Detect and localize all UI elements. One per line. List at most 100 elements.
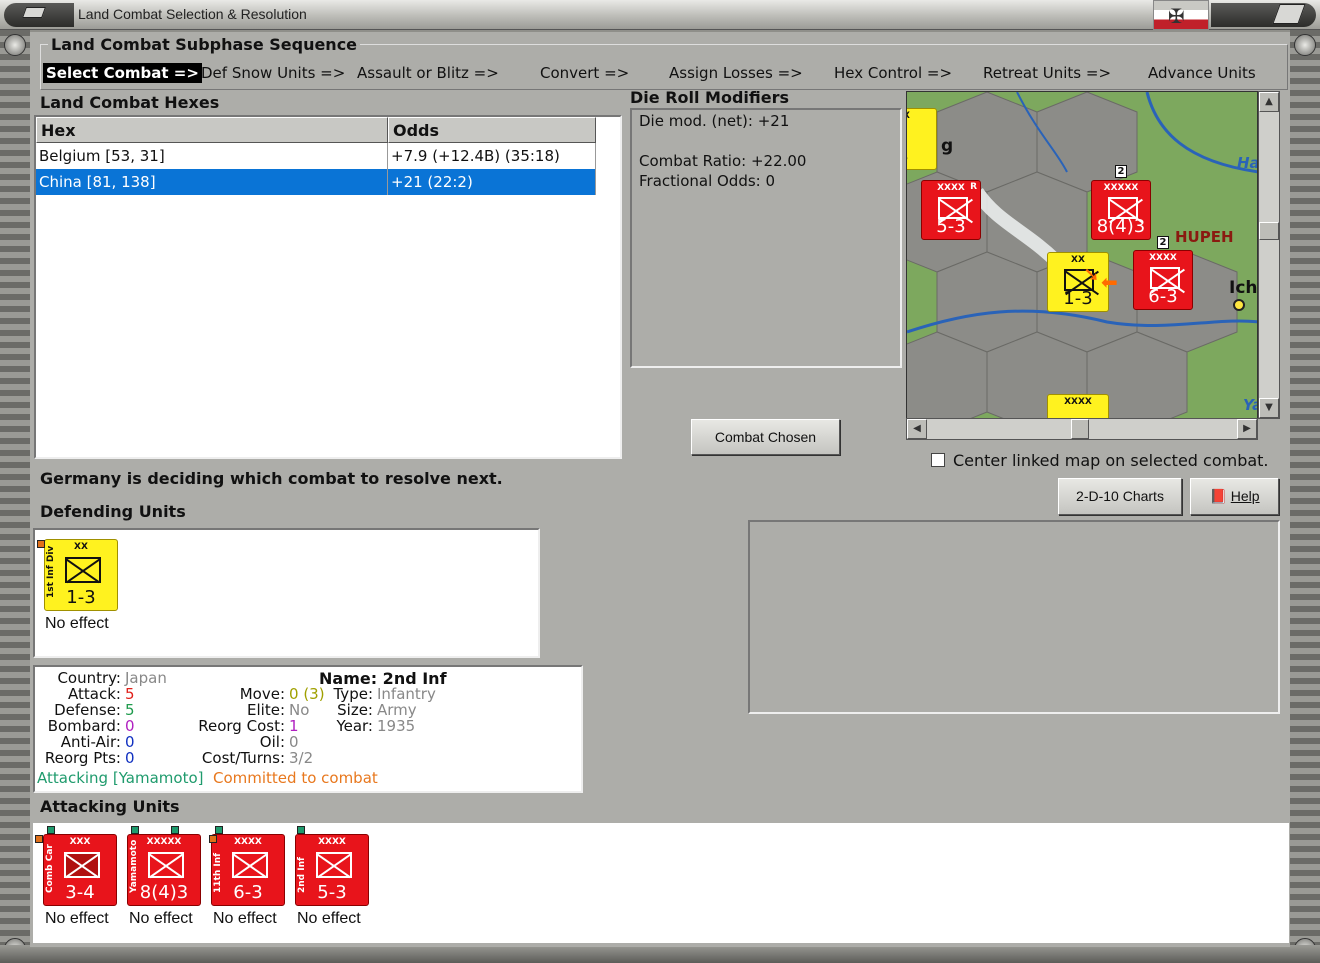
city-icon — [1233, 299, 1245, 311]
sequence-step-hex-control: Hex Control => — [834, 64, 953, 82]
scroll-up-icon[interactable]: ▲ — [1259, 92, 1279, 112]
table-row[interactable]: Belgium [53, 31] +7.9 (+12.4B) (35:18) — [36, 143, 596, 169]
column-header-odds[interactable]: Odds — [388, 117, 596, 143]
sequence-step-convert: Convert => — [540, 64, 630, 82]
status-pip-icon — [47, 826, 55, 834]
counter-value: 8(4)3 — [1096, 216, 1146, 237]
year-label: Year: — [336, 717, 373, 735]
hex-cell: China [81, 138] — [36, 169, 388, 195]
map-counter[interactable]: XXXXX 8(4)3 — [1091, 180, 1151, 240]
attacking-units-panel: XXX Comb Car 3-4 No effect XXXXX Yamamot… — [33, 823, 1289, 943]
scroll-left-icon[interactable]: ◀ — [907, 419, 927, 439]
reorg-pts-value: 0 — [125, 749, 135, 767]
center-map-label: Center linked map on selected combat. — [953, 451, 1269, 470]
column-header-hex[interactable]: Hex — [36, 117, 388, 143]
window-frame-left — [0, 30, 30, 963]
status-pip-icon — [209, 835, 217, 843]
sequence-step-advance: Advance Units — [1148, 64, 1256, 82]
status-pip-icon — [131, 826, 139, 834]
unit-effect: No effect — [129, 910, 193, 927]
window-icon — [21, 7, 47, 18]
status-pip-icon — [35, 835, 43, 843]
counter-side-mark: R — [970, 182, 977, 192]
counter-size: XXXX — [1064, 397, 1092, 407]
cost-turns-value: 3/2 — [289, 749, 314, 767]
map-label-hupeh: HUPEH — [1175, 228, 1234, 246]
odds-cell: +21 (22:2) — [388, 169, 596, 195]
stack-count-badge: 2 — [1157, 236, 1169, 249]
cross-icon: ✠ — [1168, 4, 1185, 28]
unit-effect: No effect — [45, 615, 109, 632]
counter-value: 5-3 — [317, 882, 347, 903]
window-title: Land Combat Selection & Resolution — [78, 6, 307, 22]
hexes-title: Land Combat Hexes — [40, 93, 220, 112]
window-frame-bottom — [0, 945, 1320, 963]
unit-info-panel: Country: Japan Attack: 5 Defense: 5 Bomb… — [33, 665, 583, 793]
cost-turns-label: Cost/Turns: — [201, 749, 285, 767]
unit-effect: No effect — [45, 910, 109, 927]
attacking-title: Attacking Units — [40, 797, 180, 816]
fractional-odds: Fractional Odds: 0 — [639, 172, 776, 190]
attacking-status: Attacking [Yamamoto] — [37, 769, 204, 787]
counter-value: 6-3 — [1148, 286, 1178, 307]
scroll-down-icon[interactable]: ▼ — [1259, 398, 1279, 418]
map-counter[interactable]: XXXX R 5-3 — [921, 180, 981, 240]
attacking-unit-counter[interactable]: XXXXX Yamamoto 8(4)3 — [127, 834, 201, 906]
status-pip-icon — [297, 826, 305, 834]
hexes-table: Hex Odds Belgium [53, 31] +7.9 (+12.4B) … — [34, 115, 622, 459]
odds-cell: +7.9 (+12.4B) (35:18) — [388, 143, 596, 169]
map-counter[interactable]: XXXX — [1047, 394, 1109, 418]
attacking-unit-counter[interactable]: XXXX 2nd Inf 5-3 — [295, 834, 369, 906]
attacking-unit-counter[interactable]: XXXX 11th Inf 6-3 — [211, 834, 285, 906]
combat-ratio: Combat Ratio: +22.00 — [639, 152, 807, 170]
die-roll-panel — [630, 108, 902, 368]
defending-title: Defending Units — [40, 502, 186, 521]
counter-value: 1-3 — [66, 587, 96, 608]
map-counter[interactable]: XXXX 6-3 — [1133, 250, 1193, 310]
unit-effect: No effect — [297, 910, 361, 927]
infantry-symbol-icon — [316, 852, 352, 878]
reorg-pts-label: Reorg Pts: — [44, 749, 121, 767]
counter-size: XXXX — [1149, 253, 1177, 263]
help-button[interactable]: 📕 Help — [1190, 478, 1279, 515]
attacking-unit-counter[interactable]: XXX Comb Car 3-4 — [43, 834, 117, 906]
infantry-symbol-icon — [148, 852, 184, 878]
map-horizontal-scrollbar[interactable]: ◀ ▶ — [906, 418, 1258, 440]
map-counter[interactable]: XX 3 — [907, 108, 937, 170]
year-value: 1935 — [377, 717, 416, 735]
sequence-step-def-snow: Def Snow Units => — [201, 64, 346, 82]
sequence-step-select-combat: Select Combat => — [43, 63, 202, 83]
map-vertical-scrollbar[interactable]: ▲ ▼ — [1258, 91, 1280, 419]
counter-size: XXXXX — [1103, 183, 1139, 193]
combat-message-panel — [748, 520, 1280, 714]
hex-cell: Belgium [53, 31] — [36, 143, 388, 169]
counter-value: 3 — [907, 146, 936, 167]
scroll-right-icon[interactable]: ▶ — [1237, 419, 1257, 439]
window-frame-right — [1290, 30, 1320, 963]
die-roll-title: Die Roll Modifiers — [630, 88, 790, 107]
sequence-step-assign-losses: Assign Losses => — [669, 64, 803, 82]
help-label: Help — [1230, 488, 1260, 504]
status-pip-icon — [37, 540, 45, 548]
counter-value: 6-3 — [233, 882, 263, 903]
status-message: Germany is deciding which combat to reso… — [40, 469, 503, 488]
scroll-thumb[interactable] — [1071, 419, 1089, 439]
sequence-title: Land Combat Subphase Sequence — [48, 35, 361, 54]
defending-unit-counter[interactable]: XX 1st Inf Div 1-3 — [44, 539, 118, 611]
charts-button[interactable]: 2-D-10 Charts — [1058, 478, 1182, 515]
infantry-symbol-icon — [65, 557, 101, 583]
sequence-step-retreat: Retreat Units => — [983, 64, 1112, 82]
map-label-g: g — [941, 136, 954, 156]
committed-status: Committed to combat — [213, 769, 378, 787]
attack-arrow-icon: ⬅ — [1101, 270, 1118, 294]
scroll-thumb[interactable] — [1259, 222, 1279, 240]
attack-arrow-icon: ➘ — [1083, 262, 1100, 286]
linked-map[interactable]: HUPEH Ha Ich Ya g XX 3 XXXX R 5-3 XXXXX … — [906, 91, 1258, 419]
stack-count-badge: 2 — [1115, 165, 1127, 178]
combat-chosen-button[interactable]: Combat Chosen — [691, 419, 840, 455]
sequence-step-assault-blitz: Assault or Blitz => — [357, 64, 499, 82]
center-map-checkbox[interactable] — [931, 453, 945, 467]
counter-value: 5-3 — [936, 216, 966, 237]
counter-value: 3-4 — [65, 882, 95, 903]
table-row-selected[interactable]: China [81, 138] +21 (22:2) — [36, 169, 596, 195]
